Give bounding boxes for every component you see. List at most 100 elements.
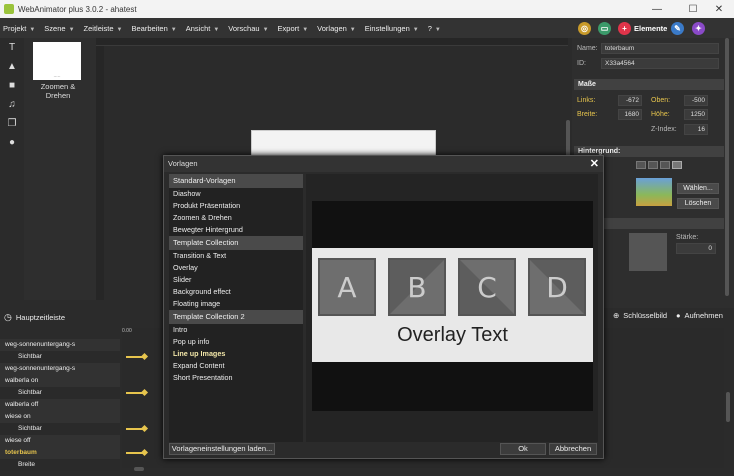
add-element-icon[interactable]: + [618,21,631,35]
keyframe-button[interactable]: ⊕ Schlüsselbild [613,311,667,320]
timeline-scrollbar[interactable] [726,392,730,422]
background-mode-switches[interactable] [636,161,688,170]
layout-circle-icon[interactable]: ▭ [598,21,611,35]
ruler-top [96,38,568,46]
track-wiese-off[interactable]: wiese off [0,435,120,447]
bg-none-icon[interactable] [636,161,646,169]
links-input[interactable]: -672 [618,95,642,106]
effects-circle-icon[interactable]: ✦ [692,21,705,35]
shadow-direction-pad[interactable] [629,233,667,271]
preview-overlay-text: Overlay Text [397,324,508,346]
app-icon [4,4,14,14]
masse-header: Maße [574,79,724,90]
image-tool-icon[interactable]: ▲ [0,57,24,76]
copy-tool-icon[interactable]: ❐ [0,114,24,133]
timeline-hscrollbar[interactable] [134,467,144,471]
name-input[interactable]: toterbaum [601,43,719,54]
scene-thumbnail[interactable]: ..... [33,42,81,80]
menu-vorschau[interactable]: Vorschau ▼ [228,24,268,33]
links-label: Links: [577,97,596,104]
staerke-input[interactable]: 0 [676,243,716,254]
template-list: Standard-Vorlagen Diashow Produkt Präsen… [169,174,303,442]
menu-ansicht[interactable]: Ansicht ▼ [186,24,220,33]
template-item[interactable]: Bewegter Hintergrund [169,224,303,236]
preview-frame: A B C D Overlay Text [312,201,593,411]
track-sichtbar-3[interactable]: Sichtbar [0,423,120,435]
menu-projekt[interactable]: Projekt ▼ [3,24,35,33]
text-tool-icon[interactable]: T [0,38,24,57]
timeline-clock-icon: ◷ [4,312,12,322]
template-item[interactable]: Floating image [169,298,303,310]
menu-export[interactable]: Export ▼ [278,24,309,33]
track-weg-sonnenuntergang-1[interactable]: weg-sonnenuntergang-s [0,339,120,351]
breite-label: Breite: [577,111,598,118]
template-item[interactable]: Pop up info [169,336,303,348]
menu-einstellungen[interactable]: Einstellungen ▼ [365,24,419,33]
template-group-standard: Standard-Vorlagen [169,174,303,188]
video-tool-icon[interactable]: ■ [0,76,24,95]
stage-canvas[interactable] [251,130,436,156]
dialog-close-icon[interactable]: ✕ [590,157,599,170]
track-sichtbar-1[interactable]: Sichtbar [0,351,120,363]
template-preview: A B C D Overlay Text [306,174,598,442]
cancel-button[interactable]: Abbrechen [549,443,597,455]
menu-bearbeiten[interactable]: Bearbeiten ▼ [132,24,177,33]
oben-input[interactable]: -500 [684,95,708,106]
hoehe-input[interactable]: 1250 [684,109,708,120]
tools-circle-icon[interactable]: ✎ [671,21,684,35]
ok-button[interactable]: Ok [500,443,546,455]
template-item[interactable]: Intro [169,324,303,336]
template-item-selected[interactable]: Line up Images [169,348,303,360]
template-item[interactable]: Transition & Text [169,250,303,262]
title-bar: WebAnimator plus 3.0.2 - ahatest — ☐ ✕ [0,0,734,18]
breite-input[interactable]: 1680 [618,109,642,120]
preview-tile-d: D [528,258,586,316]
bg-gradient-icon[interactable] [660,161,670,169]
template-item[interactable]: Slider [169,274,303,286]
template-item[interactable]: Zoomen & Drehen [169,212,303,224]
shape-tool-icon[interactable]: ● [0,133,24,152]
menu-help[interactable]: ? ▼ [428,24,441,33]
record-button[interactable]: ● Aufnehmen [676,311,723,320]
preview-tile-label: C [477,270,497,304]
properties-scrollbar[interactable] [725,38,729,296]
keyframe-bar[interactable] [126,356,144,358]
track-walberla-on[interactable]: walberla on [0,375,120,387]
zindex-input[interactable]: 16 [684,124,708,135]
template-item[interactable]: Short Presentation [169,372,303,384]
keyframe-bar[interactable] [126,392,144,394]
template-item[interactable]: Background effect [169,286,303,298]
audio-tool-icon[interactable]: ♫ [0,95,24,114]
staerke-label: Stärke: [676,234,699,241]
name-label: Name: [577,45,598,52]
minimize-button[interactable]: — [642,0,672,18]
track-weg-sonnenuntergang-2[interactable]: weg-sonnenuntergang-s [0,363,120,375]
track-breite[interactable]: Breite [0,459,120,471]
template-item[interactable]: Produkt Präsentation [169,200,303,212]
preview-tile-b: B [388,258,446,316]
track-toterbaum[interactable]: toterbaum [0,447,120,459]
template-item[interactable]: Diashow [169,188,303,200]
menu-vorlagen[interactable]: Vorlagen ▼ [317,24,356,33]
elements-label[interactable]: Elemente [634,24,667,33]
load-template-settings-button[interactable]: Vorlageneinstellungen laden... [169,443,275,455]
template-item[interactable]: Expand Content [169,360,303,372]
id-label: ID: [577,60,586,67]
menu-zeitleiste[interactable]: Zeitleiste ▼ [84,24,123,33]
track-walberla-off[interactable]: walberla off [0,399,120,411]
ruler-left [96,46,104,300]
keyframe-bar[interactable] [126,452,144,454]
menu-szene[interactable]: Szene ▼ [44,24,74,33]
settings-circle-icon[interactable]: ◎ [578,21,591,35]
template-item[interactable]: Overlay [169,262,303,274]
track-sichtbar-2[interactable]: Sichtbar [0,387,120,399]
track-wiese-on[interactable]: wiese on [0,411,120,423]
id-input[interactable]: X33a4564 [601,58,719,69]
keyframe-bar[interactable] [126,428,144,430]
close-window-button[interactable]: ✕ [704,0,734,18]
delete-background-button[interactable]: Löschen [677,198,719,209]
bg-image-icon[interactable] [672,161,682,169]
choose-background-button[interactable]: Wählen... [677,183,719,194]
oben-label: Oben: [651,97,671,104]
bg-color-icon[interactable] [648,161,658,169]
